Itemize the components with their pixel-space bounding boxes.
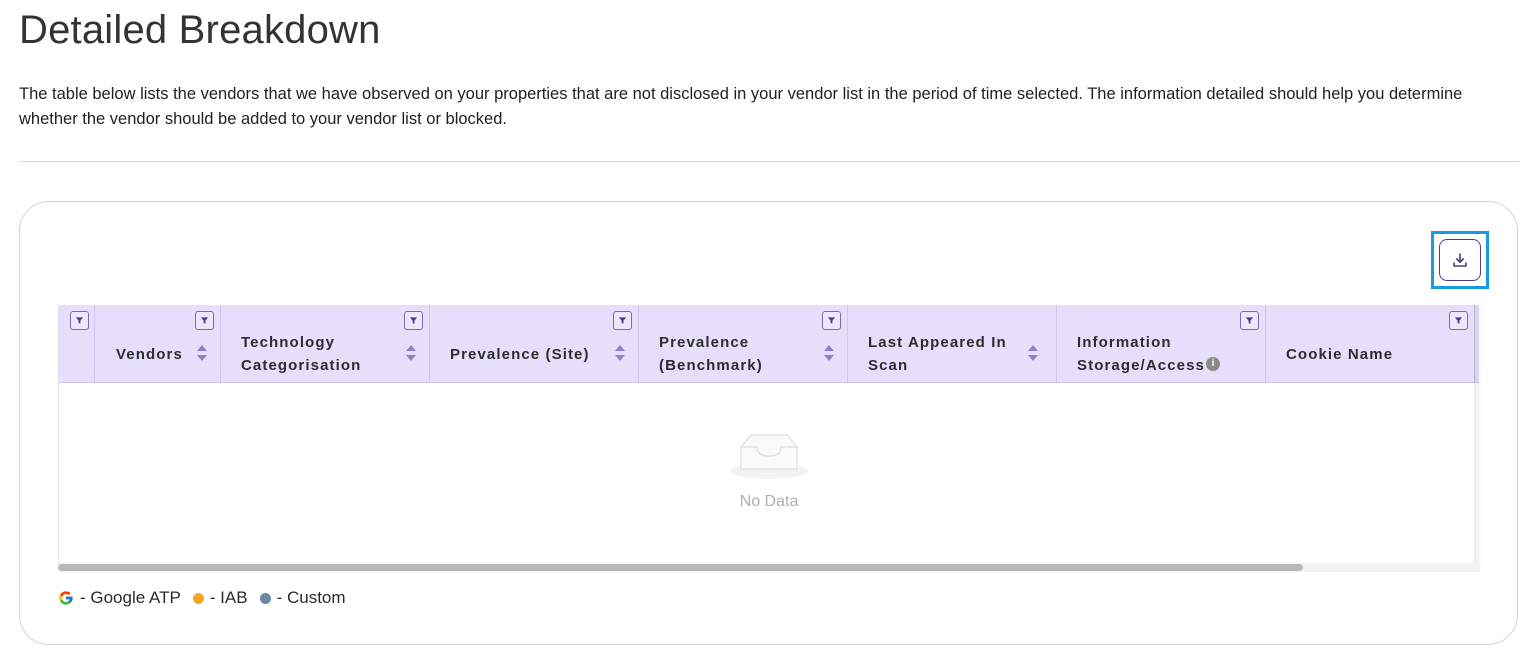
column-label-cookie-name: Cookie Name (1286, 346, 1394, 363)
sort-ascending-icon (1028, 345, 1038, 351)
filter-button-technology-categorisation[interactable] (404, 311, 423, 330)
sort-descending-icon (406, 355, 416, 361)
column-label-prevalence-benchmark: Prevalence (Benchmark) (659, 334, 763, 374)
sort-ascending-icon (824, 345, 834, 351)
column-header-vendors: Vendors (59, 305, 221, 382)
horizontal-scrollbar-thumb[interactable] (58, 564, 1303, 571)
sort-button-technology-categorisation[interactable] (406, 345, 416, 363)
sort-ascending-icon (615, 345, 625, 351)
sort-descending-icon (824, 355, 834, 361)
information-storage-access-label-text: Information Storage/Access (1077, 334, 1205, 374)
filter-icon (75, 317, 84, 324)
column-label-prevalence-site: Prevalence (Site) (450, 346, 590, 363)
filter-icon (409, 317, 418, 324)
filter-button-prevalence-site[interactable] (613, 311, 632, 330)
legend-item-google-atp: - Google ATP (58, 588, 181, 608)
empty-state: No Data (59, 383, 1479, 563)
column-header-cookie-name: Cookie Name (1266, 305, 1475, 382)
info-icon[interactable]: i (1205, 357, 1220, 372)
filter-icon (618, 317, 627, 324)
sort-button-last-appeared-in-scan[interactable] (1028, 345, 1038, 363)
column-header-prevalence-site: Prevalence (Site) (430, 305, 639, 382)
vendor-type-legend: - Google ATP - IAB - Custom (58, 587, 358, 609)
column-header-prevalence-benchmark: Prevalence (Benchmark) (639, 305, 848, 382)
filter-button-prevalence-benchmark[interactable] (822, 311, 841, 330)
column-header-last-appeared-in-scan: Last Appeared In Scan (848, 305, 1057, 382)
column-header-technology-categorisation: Technology Categorisation (221, 305, 430, 382)
row-filter-button[interactable] (70, 311, 89, 330)
legend-item-iab: - IAB (192, 588, 248, 608)
empty-inbox-icon (730, 434, 808, 479)
sort-button-prevalence-benchmark[interactable] (824, 345, 834, 363)
page-title: Detailed Breakdown (19, 8, 381, 52)
vendors-table: Vendors Technology Categorisation Preval… (58, 305, 1481, 572)
download-icon (1453, 253, 1467, 267)
download-button[interactable] (1439, 239, 1481, 281)
filter-button-vendors[interactable] (195, 311, 214, 330)
legend-label-google-atp: - Google ATP (80, 588, 181, 607)
legend-label-custom: - Custom (276, 588, 346, 607)
google-icon (59, 591, 73, 605)
column-label-technology-categorisation: Technology Categorisation (241, 334, 362, 374)
filter-icon (1245, 317, 1254, 324)
iab-dot-icon (192, 592, 204, 604)
table-scroll-shadow (1474, 305, 1482, 572)
custom-dot-icon (259, 592, 271, 604)
page-description: The table below lists the vendors that w… (19, 85, 1463, 128)
sort-descending-icon (615, 355, 625, 361)
column-label-last-appeared-in-scan: Last Appeared In Scan (868, 334, 1007, 374)
sort-descending-icon (197, 355, 207, 361)
legend-label-iab: - IAB (209, 588, 248, 607)
filter-button-information-storage-access[interactable] (1240, 311, 1259, 330)
legend-item-custom: - Custom (259, 588, 346, 608)
empty-state-text: No Data (739, 493, 799, 510)
sort-descending-icon (1028, 355, 1038, 361)
filter-icon (1454, 317, 1463, 324)
column-label-information-storage-access: Information Storage/Access i (1077, 331, 1237, 377)
sort-ascending-icon (406, 345, 416, 351)
table-header: Vendors Technology Categorisation Preval… (59, 305, 1479, 383)
sort-ascending-icon (197, 345, 207, 351)
divider (19, 161, 1519, 162)
filter-icon (827, 317, 836, 324)
sort-button-vendors[interactable] (197, 345, 207, 363)
filter-button-cookie-name[interactable] (1449, 311, 1468, 330)
column-label-vendors: Vendors (116, 346, 183, 363)
sort-button-prevalence-site[interactable] (615, 345, 625, 363)
filter-icon (200, 317, 209, 324)
column-header-information-storage-access: Information Storage/Access i (1057, 305, 1266, 382)
